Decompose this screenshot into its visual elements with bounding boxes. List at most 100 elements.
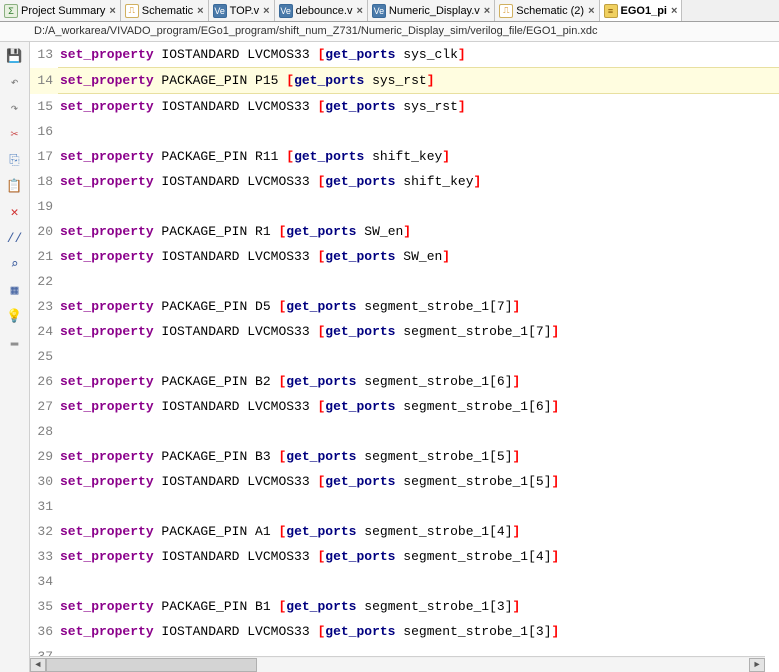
- code-line[interactable]: 21set_property IOSTANDARD LVCMOS33 [get_…: [30, 244, 779, 269]
- line-number: 23: [30, 294, 58, 319]
- close-icon[interactable]: ×: [197, 5, 203, 17]
- code-content[interactable]: set_property IOSTANDARD LVCMOS33 [get_po…: [58, 42, 779, 68]
- paste-icon[interactable]: 📋: [5, 176, 25, 196]
- line-number: 36: [30, 619, 58, 644]
- code-line[interactable]: 25: [30, 344, 779, 369]
- tab-icon: Ve: [372, 4, 386, 18]
- code-content[interactable]: set_property PACKAGE_PIN A1 [get_ports s…: [58, 519, 779, 544]
- code-content[interactable]: set_property IOSTANDARD LVCMOS33 [get_po…: [58, 319, 779, 344]
- scroll-left-icon[interactable]: ◄: [30, 658, 46, 672]
- line-number: 19: [30, 194, 58, 219]
- code-content[interactable]: set_property PACKAGE_PIN B1 [get_ports s…: [58, 594, 779, 619]
- tab-ego1-pi[interactable]: ≡EGO1_pi×: [600, 0, 683, 21]
- code-content[interactable]: [58, 569, 779, 594]
- save-icon[interactable]: 💾: [5, 46, 25, 66]
- code-line[interactable]: 28: [30, 419, 779, 444]
- line-number: 33: [30, 544, 58, 569]
- close-icon[interactable]: ×: [109, 5, 115, 17]
- code-content[interactable]: set_property IOSTANDARD LVCMOS33 [get_po…: [58, 619, 779, 644]
- close-icon[interactable]: ×: [588, 5, 594, 17]
- code-line[interactable]: 23set_property PACKAGE_PIN D5 [get_ports…: [30, 294, 779, 319]
- bulb-icon[interactable]: 💡: [5, 306, 25, 326]
- close-icon[interactable]: ×: [671, 5, 677, 17]
- more-icon[interactable]: ▬: [5, 332, 25, 352]
- code-line[interactable]: 26set_property PACKAGE_PIN B2 [get_ports…: [30, 369, 779, 394]
- tab-schematic-2-[interactable]: ⎍Schematic (2)×: [495, 0, 599, 21]
- code-content[interactable]: set_property PACKAGE_PIN B2 [get_ports s…: [58, 369, 779, 394]
- code-content[interactable]: set_property IOSTANDARD LVCMOS33 [get_po…: [58, 169, 779, 194]
- code-line[interactable]: 36set_property IOSTANDARD LVCMOS33 [get_…: [30, 619, 779, 644]
- line-number: 20: [30, 219, 58, 244]
- code-content[interactable]: set_property PACKAGE_PIN P15 [get_ports …: [58, 68, 779, 94]
- code-content[interactable]: set_property PACKAGE_PIN R11 [get_ports …: [58, 144, 779, 169]
- tab-numeric-display-v[interactable]: VeNumeric_Display.v×: [368, 0, 495, 21]
- code-line[interactable]: 22: [30, 269, 779, 294]
- code-content[interactable]: [58, 344, 779, 369]
- code-content[interactable]: set_property PACKAGE_PIN D5 [get_ports s…: [58, 294, 779, 319]
- code-content[interactable]: set_property IOSTANDARD LVCMOS33 [get_po…: [58, 94, 779, 120]
- code-content[interactable]: set_property IOSTANDARD LVCMOS33 [get_po…: [58, 544, 779, 569]
- code-line[interactable]: 17set_property PACKAGE_PIN R11 [get_port…: [30, 144, 779, 169]
- line-number: 14: [30, 68, 58, 94]
- code-line[interactable]: 31: [30, 494, 779, 519]
- tab-top-v[interactable]: VeTOP.v×: [209, 0, 275, 21]
- collapse-icon[interactable]: ▦: [5, 280, 25, 300]
- code-line[interactable]: 19: [30, 194, 779, 219]
- line-number: 27: [30, 394, 58, 419]
- code-line[interactable]: 24set_property IOSTANDARD LVCMOS33 [get_…: [30, 319, 779, 344]
- comment-icon[interactable]: //: [5, 228, 25, 248]
- code-content[interactable]: [58, 119, 779, 144]
- code-line[interactable]: 13set_property IOSTANDARD LVCMOS33 [get_…: [30, 42, 779, 68]
- code-content[interactable]: [58, 269, 779, 294]
- code-line[interactable]: 33set_property IOSTANDARD LVCMOS33 [get_…: [30, 544, 779, 569]
- horizontal-scrollbar[interactable]: ◄ ►: [30, 656, 765, 672]
- line-number: 24: [30, 319, 58, 344]
- tab-debounce-v[interactable]: Vedebounce.v×: [275, 0, 368, 21]
- line-number: 32: [30, 519, 58, 544]
- code-line[interactable]: 35set_property PACKAGE_PIN B1 [get_ports…: [30, 594, 779, 619]
- copy-icon[interactable]: ⎘: [5, 150, 25, 170]
- tab-project-summary[interactable]: ΣProject Summary×: [0, 0, 121, 21]
- code-content[interactable]: set_property PACKAGE_PIN B3 [get_ports s…: [58, 444, 779, 469]
- close-icon[interactable]: ×: [484, 5, 490, 17]
- code-line[interactable]: 15set_property IOSTANDARD LVCMOS33 [get_…: [30, 94, 779, 120]
- tab-icon: Ve: [213, 4, 227, 18]
- tab-schematic[interactable]: ⎍Schematic×: [121, 0, 209, 21]
- code-content[interactable]: [58, 194, 779, 219]
- line-number: 15: [30, 94, 58, 120]
- close-icon[interactable]: ×: [263, 5, 269, 17]
- code-editor[interactable]: 13set_property IOSTANDARD LVCMOS33 [get_…: [30, 42, 779, 672]
- code-content[interactable]: [58, 494, 779, 519]
- scroll-right-icon[interactable]: ►: [749, 658, 765, 672]
- code-line[interactable]: 34: [30, 569, 779, 594]
- tab-label: Schematic (2): [516, 5, 584, 17]
- redo-icon[interactable]: ↷: [5, 98, 25, 118]
- code-content[interactable]: set_property PACKAGE_PIN R1 [get_ports S…: [58, 219, 779, 244]
- undo-icon[interactable]: ↶: [5, 72, 25, 92]
- line-number: 18: [30, 169, 58, 194]
- code-content[interactable]: set_property IOSTANDARD LVCMOS33 [get_po…: [58, 244, 779, 269]
- code-line[interactable]: 32set_property PACKAGE_PIN A1 [get_ports…: [30, 519, 779, 544]
- find-icon[interactable]: ⌕: [5, 254, 25, 274]
- code-line[interactable]: 18set_property IOSTANDARD LVCMOS33 [get_…: [30, 169, 779, 194]
- tab-icon: Σ: [4, 4, 18, 18]
- code-line[interactable]: 20set_property PACKAGE_PIN R1 [get_ports…: [30, 219, 779, 244]
- line-number: 13: [30, 42, 58, 68]
- close-icon[interactable]: ×: [356, 5, 362, 17]
- code-line[interactable]: 27set_property IOSTANDARD LVCMOS33 [get_…: [30, 394, 779, 419]
- line-number: 28: [30, 419, 58, 444]
- code-line[interactable]: 29set_property PACKAGE_PIN B3 [get_ports…: [30, 444, 779, 469]
- code-content[interactable]: set_property IOSTANDARD LVCMOS33 [get_po…: [58, 469, 779, 494]
- code-line[interactable]: 14set_property PACKAGE_PIN P15 [get_port…: [30, 68, 779, 94]
- scroll-track[interactable]: [46, 658, 749, 672]
- cut-icon[interactable]: ✂: [5, 124, 25, 144]
- scroll-thumb[interactable]: [46, 658, 257, 672]
- line-number: 26: [30, 369, 58, 394]
- code-content[interactable]: set_property IOSTANDARD LVCMOS33 [get_po…: [58, 394, 779, 419]
- code-line[interactable]: 16: [30, 119, 779, 144]
- tab-label: debounce.v: [296, 5, 353, 17]
- delete-icon[interactable]: ✕: [5, 202, 25, 222]
- code-content[interactable]: [58, 419, 779, 444]
- code-line[interactable]: 30set_property IOSTANDARD LVCMOS33 [get_…: [30, 469, 779, 494]
- line-number: 16: [30, 119, 58, 144]
